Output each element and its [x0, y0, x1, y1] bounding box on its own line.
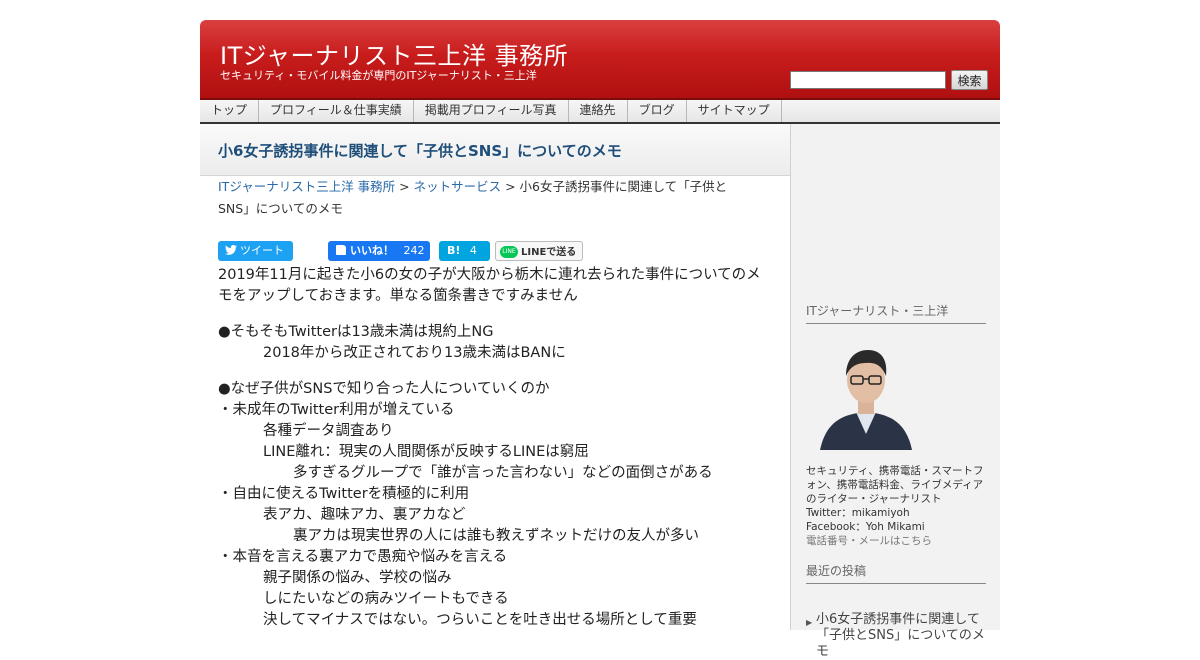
breadcrumb-home-link[interactable]: ITジャーナリスト三上洋 事務所 — [218, 179, 395, 194]
profile-heading: ITジャーナリスト・三上洋 — [806, 302, 986, 324]
recent-posts-list: ▶ 小6女子誘拐事件に関連して「子供とSNS」についてのメモ — [806, 612, 991, 660]
post-line: 2018年から改正されており13歳未満はBANに — [263, 345, 566, 361]
site-title[interactable]: ITジャーナリスト三上洋 事務所 — [220, 36, 568, 71]
tweet-label: ツイート — [240, 244, 284, 257]
facebook-like-button[interactable]: いいね！ 242 — [328, 241, 430, 261]
post-line: ●なぜ子供がSNSで知り合った人についていくのか — [218, 381, 550, 397]
nav-item-contact[interactable]: 連絡先 — [569, 100, 628, 122]
nav-item-sitemap[interactable]: サイトマップ — [687, 100, 782, 122]
post-line: 裏アカは現実世界の人には誰も教えずネットだけの友人が多い — [293, 528, 699, 544]
post-line: 各種データ調査あり — [263, 423, 394, 439]
breadcrumb: ITジャーナリスト三上洋 事務所 > ネットサービス > 小6女子誘拐事件に関連… — [218, 176, 758, 220]
post-line: しにたいなどの病みツイートもできる — [263, 591, 509, 607]
nav-item-blog[interactable]: ブログ — [628, 100, 687, 122]
search-input[interactable] — [790, 71, 946, 89]
post-line: 親子関係の悩み、学校の悩み — [263, 570, 452, 586]
post-line: LINE離れ：現実の人間関係が反映するLINEは窮屈 — [263, 444, 589, 460]
thumbs-up-icon — [336, 245, 346, 255]
like-count: 242 — [403, 244, 425, 257]
post-line: 多すぎるグループで「誰が言った言わない」などの面倒さがある — [293, 465, 713, 481]
triangle-right-icon: ▶ — [806, 618, 813, 627]
profile-text: セキュリティ、携帯電話・スマートフォン、携帯電話料金、ライブメディアのライター・… — [806, 464, 991, 548]
post-title[interactable]: 小6女子誘拐事件に関連して「子供とSNS」についてのメモ — [218, 140, 622, 161]
global-nav: トップ プロフィール＆仕事実績 掲載用プロフィール写真 連絡先 ブログ サイトマ… — [200, 100, 1000, 124]
line-icon: LINE — [500, 246, 518, 258]
nav-item-profile[interactable]: プロフィール＆仕事実績 — [259, 100, 414, 122]
post-intro: 2019年11月に起きた小6の女の子が大阪から栃木に連れ去られた事件についてのメ… — [218, 267, 761, 304]
person-portrait-icon — [806, 334, 926, 450]
post-line: ・自由に使えるTwitterを積極的に利用 — [218, 486, 470, 502]
tweet-button[interactable]: ツイート — [218, 241, 293, 261]
hatena-bookmark-button[interactable]: B! 4 — [439, 241, 490, 261]
nav-item-top[interactable]: トップ — [200, 100, 260, 122]
twitter-bird-icon — [225, 245, 237, 255]
line-share-button[interactable]: LINE LINEで送る — [495, 241, 583, 261]
post-line: ●そもそもTwitterは13歳未満は規約上NG — [218, 324, 494, 340]
breadcrumb-category-link[interactable]: ネットサービス — [414, 179, 502, 194]
post-body: 2019年11月に起きた小6の女の子が大阪から栃木に連れ去られた事件についてのメ… — [218, 265, 770, 630]
post-line: 決してマイナスではない。つらいことを吐き出せる場所として重要 — [263, 612, 697, 628]
twitter-handle[interactable]: Twitter：mikamiyoh — [806, 506, 991, 520]
recent-posts-heading: 最近の投稿 — [806, 562, 986, 584]
profile-photo — [806, 334, 926, 450]
page: ITジャーナリスト三上洋 事務所 セキュリティ・モバイル料金が専門のITジャーナ… — [200, 20, 1000, 659]
like-label: いいね！ — [350, 244, 394, 257]
hatena-count: 4 — [469, 244, 477, 257]
profile-description: セキュリティ、携帯電話・スマートフォン、携帯電話料金、ライブメディアのライター・… — [806, 465, 984, 505]
post-title-box: 小6女子誘拐事件に関連して「子供とSNS」についてのメモ — [200, 124, 790, 176]
breadcrumb-separator: > — [501, 179, 520, 194]
facebook-name[interactable]: Facebook：Yoh Mikami — [806, 520, 991, 534]
breadcrumb-separator: > — [395, 179, 414, 194]
post-lines: ●そもそもTwitterは13歳未満は規約上NG 2018年から改正されており13… — [218, 322, 770, 630]
site-header: ITジャーナリスト三上洋 事務所 セキュリティ・モバイル料金が専門のITジャーナ… — [200, 20, 1000, 100]
hatena-icon: B! — [447, 244, 461, 257]
recent-post-link[interactable]: 小6女子誘拐事件に関連して「子供とSNS」についてのメモ — [806, 612, 991, 660]
site-description: セキュリティ・モバイル料金が専門のITジャーナリスト・三上洋 — [220, 69, 537, 82]
contact-link[interactable]: 電話番号・メールはこちら — [806, 534, 991, 548]
sidebar: ITジャーナリスト・三上洋 セキュリティ、携帯電話・スマートフォン、携帯電話料金… — [790, 124, 1000, 659]
main-content: 小6女子誘拐事件に関連して「子供とSNS」についてのメモ ITジャーナリスト三上… — [200, 124, 790, 630]
search-button[interactable]: 検索 — [951, 70, 988, 90]
line-label: LINEで送る — [521, 247, 577, 258]
post-line: ・本音を言える裏アカで愚痴や悩みを言える — [218, 549, 508, 565]
post-line: ・未成年のTwitter利用が増えている — [218, 402, 455, 418]
nav-item-photos[interactable]: 掲載用プロフィール写真 — [414, 100, 569, 122]
post-line: 表アカ、趣味アカ、裏アカなど — [263, 507, 466, 523]
list-item[interactable]: ▶ 小6女子誘拐事件に関連して「子供とSNS」についてのメモ — [806, 612, 991, 660]
